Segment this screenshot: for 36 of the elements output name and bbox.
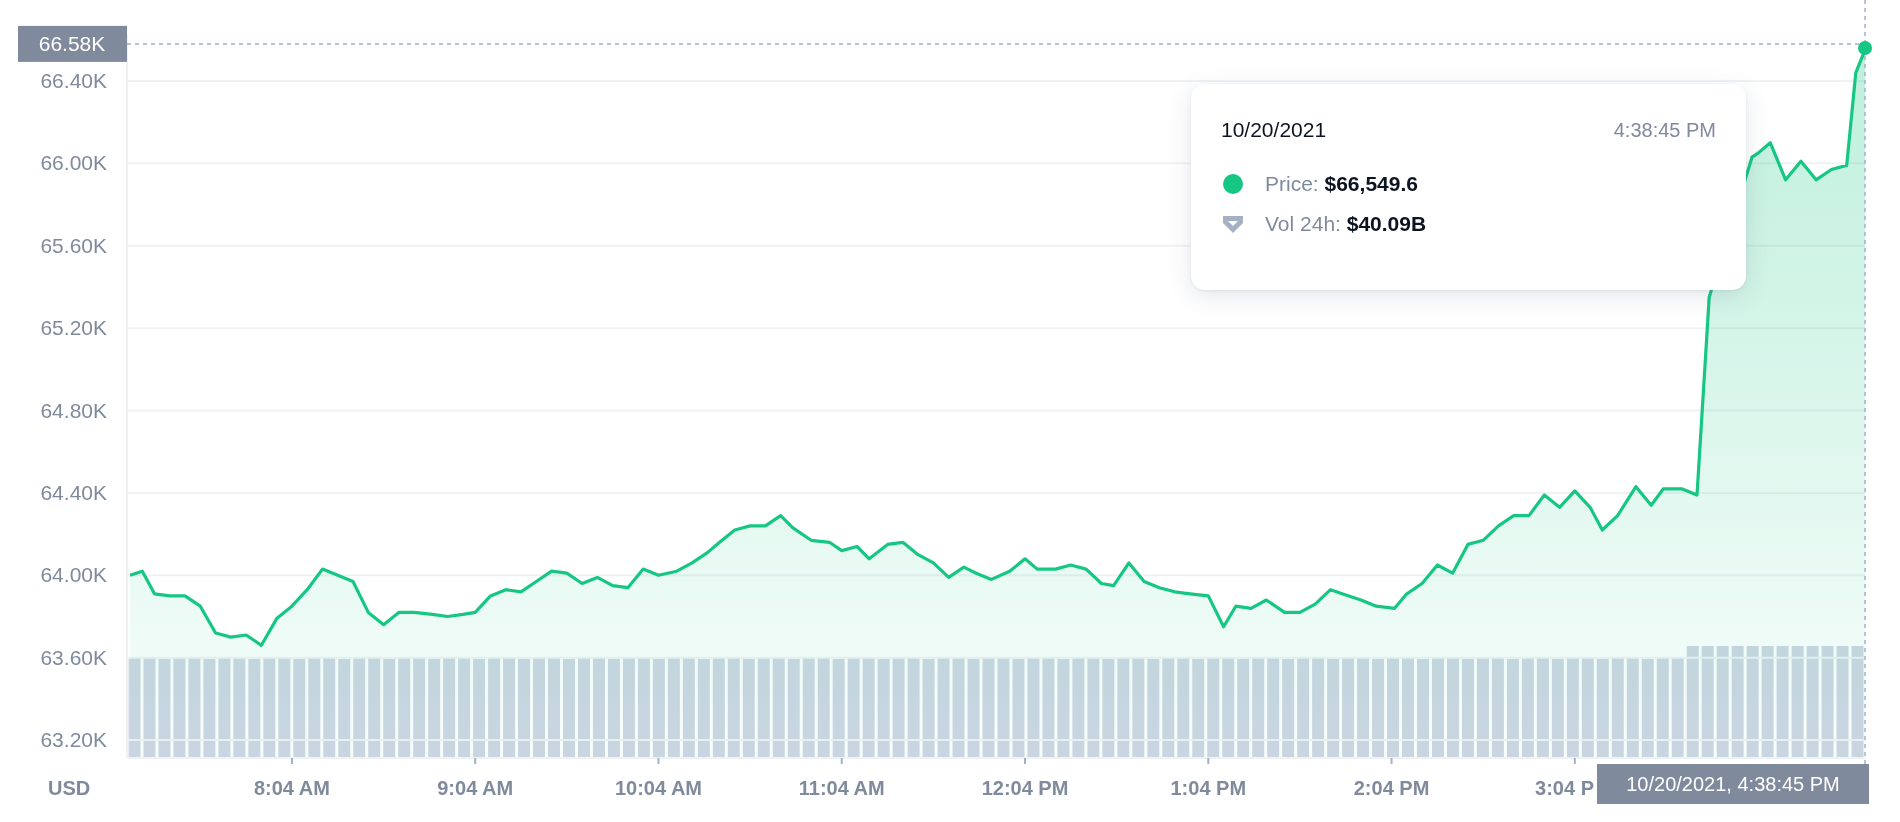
x-axis-label: 2:04 PM [1353, 777, 1430, 799]
x-axis-label: 3:04 P [1535, 777, 1594, 799]
shield-icon [1221, 213, 1245, 235]
x-axis-label: 12:04 PM [981, 777, 1069, 799]
y-axis-label: 64.80K [40, 398, 107, 422]
tick-mark [840, 757, 843, 765]
x-axis-label: 1:04 PM [1170, 777, 1247, 799]
price-tag: 66.58K [18, 25, 127, 62]
y-axis-label: 66.00K [40, 151, 107, 175]
tick-mark [1573, 757, 1576, 765]
x-axis-label: 8:04 AM [253, 777, 330, 799]
x-axis-label: 10:04 AM [614, 777, 702, 799]
tick-mark [657, 757, 660, 765]
point-marker [1858, 41, 1872, 56]
tooltip-time: 4:38:45 PM [1613, 118, 1716, 142]
tick-mark [1024, 757, 1026, 765]
y-axis-label: 65.60K [40, 233, 107, 257]
y-axis-label: 65.20K [40, 316, 107, 340]
tooltip-value: Price: $66,549.6 [1265, 172, 1418, 196]
y-axis-label: 64.00K [40, 563, 107, 587]
tick-mark [1207, 757, 1210, 765]
y-axis-label: 64.40K [40, 480, 107, 504]
ref-line-label: 66.58K [38, 31, 106, 55]
tick-mark [290, 757, 293, 765]
tick-mark [1390, 757, 1393, 765]
axis-unit: USD [48, 777, 91, 799]
x-axis-label: 9:04 AM [437, 777, 514, 799]
tick-mark [474, 757, 477, 765]
y-axis-label: 63.20K [40, 728, 107, 752]
time-tag: 10/20/2021, 4:38:45 PM [1597, 764, 1869, 804]
dot-icon [1222, 173, 1244, 195]
tooltip-date: 10/20/2021 [1221, 118, 1327, 142]
x-axis-label: 11:04 AM [798, 777, 885, 799]
y-axis-label: 63.60K [40, 645, 107, 669]
y-axis-label: 66.40K [40, 68, 107, 92]
tooltip-value: Vol 24h: $40.09B [1265, 212, 1427, 236]
